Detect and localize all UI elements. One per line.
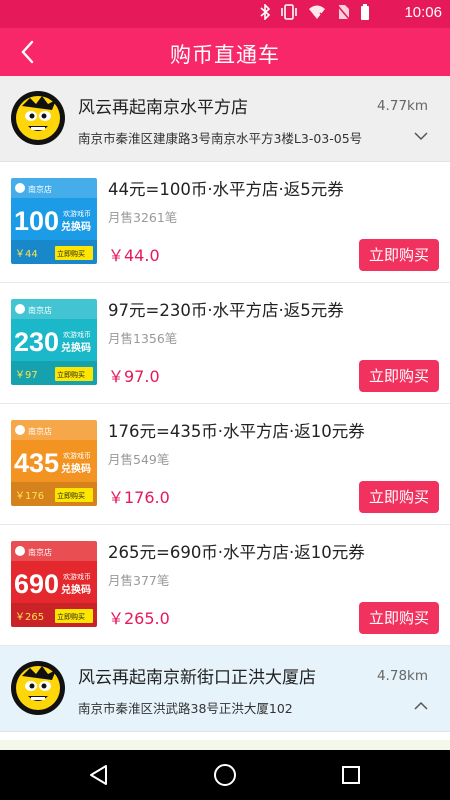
thumb-coin-amount: 435 [14,448,59,478]
product-monthly-sales: 月售549笔 [108,452,170,467]
store-distance: 4.78km [376,668,428,684]
thumb-line1: 欢游戏币 [63,330,91,339]
store-distance: 4.77km [376,98,428,114]
product-title: 97元=230币·水平方店·返5元券 [108,301,344,320]
thumb-price: ￥265 [15,612,44,623]
store-address: 南京市秦淮区建康路3号南京水平方3楼L3-03-05号 [78,131,363,146]
buy-now-button[interactable]: 立即购买 [359,239,439,271]
store-header[interactable]: 风云再起南京水平方店 南京市秦淮区建康路3号南京水平方3楼L3-03-05号 4… [0,76,450,162]
status-icons [260,3,370,24]
thumb-price: ￥176 [15,491,44,502]
battery-icon [360,4,370,24]
store-name: 风云再起南京新街口正洪大厦店 [78,668,316,688]
store-list[interactable]: 风云再起南京水平方店 南京市秦淮区建康路3号南京水平方3楼L3-03-05号 4… [0,76,450,760]
thumb-line2: 兑换码 [61,220,91,233]
thumb-line2: 兑换码 [61,462,91,475]
thumb-store-tag: 南京店 [28,426,52,436]
buy-now-button[interactable]: 立即购买 [359,481,439,513]
product-title: 176元=435币·水平方店·返10元券 [108,422,365,441]
product-title: 44元=100币·水平方店·返5元券 [108,180,344,199]
top-nav-bar: 购币直通车 [0,28,450,76]
vibrate-icon [280,4,298,24]
product-price: ￥176.0 [108,488,170,507]
recents-square-icon[interactable] [338,762,364,788]
thumb-store-tag: 南京店 [28,547,52,557]
home-circle-icon[interactable] [212,762,238,788]
product-item[interactable]: 南京店 230 欢游戏币 兑换码 ￥97 立即购买 97元=230币·水平方店·返5元券 … [0,283,450,404]
status-bar: 10:06 [0,0,450,28]
back-triangle-icon[interactable] [86,762,112,788]
no-sim-icon [336,4,350,24]
wifi-icon [308,4,326,24]
product-price: ￥44.0 [108,246,160,265]
product-thumbnail: 南京店 690 欢游戏币兑换码 ￥265 立即购买 [11,541,97,627]
brand-badge-icon [15,304,25,314]
product-price: ￥265.0 [108,609,170,628]
thumb-coin-amount: 230 [14,327,59,357]
thumb-buy-label: 立即购买 [57,370,85,379]
thumb-buy-label: 立即购买 [57,249,85,258]
brand-badge-icon [15,183,25,193]
buy-now-button[interactable]: 立即购买 [359,360,439,392]
product-item[interactable]: 南京店 435 欢游戏币兑换码 ￥176 立即购买 176元=435币·水平方店·返10… [0,404,450,525]
store-name: 风云再起南京水平方店 [78,98,248,118]
store-logo [10,660,66,716]
thumb-line1: 欢游戏币 [63,572,91,581]
thumb-store-tag: 南京店 [28,305,52,315]
product-item[interactable]: 南京店 100 欢游戏币 兑换码 ￥44 立即购买 44元=100币·水平方店·返5元券 … [0,162,450,283]
store-address: 南京市秦淮区洪武路38号正洪大厦102 [78,701,293,716]
product-price: ￥97.0 [108,367,160,386]
brand-badge-icon [15,425,25,435]
chevron-down-icon[interactable] [414,126,428,141]
product-title: 265元=690币·水平方店·返10元券 [108,543,365,562]
product-monthly-sales: 月售377笔 [108,573,170,588]
store-logo [10,90,66,146]
product-thumbnail: 南京店 230 欢游戏币兑换码 ￥97 立即购买 [11,299,97,385]
buy-now-button[interactable]: 立即购买 [359,602,439,634]
brand-badge-icon [15,546,25,556]
system-nav-bar [0,750,450,800]
thumb-line2: 兑换码 [61,583,91,596]
thumb-line2: 兑换码 [61,341,91,354]
thumb-buy-label: 立即购买 [57,612,85,621]
store-header[interactable]: 风云再起南京新街口正洪大厦店 南京市秦淮区洪武路38号正洪大厦102 4.78k… [0,646,450,732]
chevron-up-icon[interactable] [414,696,428,710]
product-thumbnail: 南京店 435 欢游戏币兑换码 ￥176 立即购买 [11,420,97,506]
thumb-line1: 欢游戏币 [63,209,91,218]
product-item[interactable]: 南京店 690 欢游戏币兑换码 ￥265 立即购买 265元=690币·水平方店·返10… [0,525,450,646]
thumb-line1: 欢游戏币 [63,451,91,460]
page-title: 购币直通车 [170,43,280,67]
clock: 10:06 [404,4,442,21]
thumb-price: ￥97 [15,370,38,381]
thumb-price: ￥44 [15,249,38,260]
product-monthly-sales: 月售1356笔 [108,331,178,346]
thumb-coin-amount: 100 [14,206,59,236]
list-footer-strip [0,740,450,750]
thumb-store-tag: 南京店 [28,184,52,194]
product-thumbnail: 南京店 100 欢游戏币兑换码 ￥44 立即购买 [11,178,97,264]
thumb-buy-label: 立即购买 [57,491,85,500]
product-monthly-sales: 月售3261笔 [108,210,178,225]
thumb-coin-amount: 690 [14,569,59,599]
bluetooth-icon [260,3,271,24]
